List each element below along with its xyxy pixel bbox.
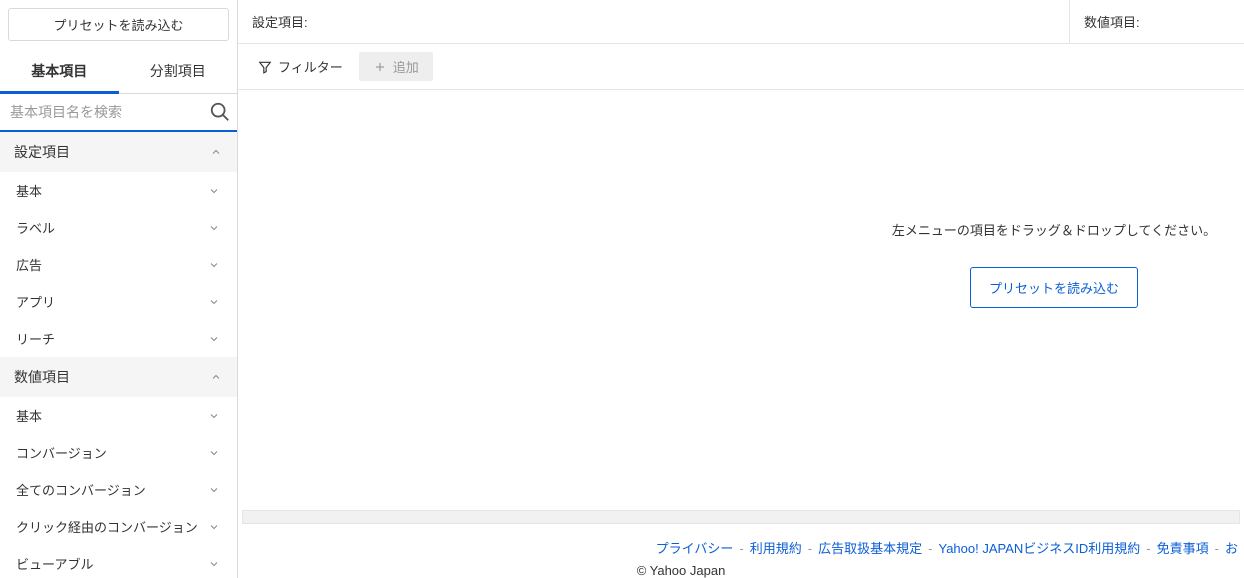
chevron-down-icon (207, 221, 221, 235)
chevron-down-icon (207, 520, 221, 534)
sidebar-item[interactable]: アプリ (0, 283, 237, 320)
separator: - (808, 541, 812, 556)
separator: - (739, 541, 743, 556)
chevron-down-icon (207, 483, 221, 497)
category-label: 数値項目 (14, 367, 70, 387)
horizontal-scrollbar[interactable] (242, 510, 1240, 524)
footer-link[interactable]: 利用規約 (750, 541, 802, 556)
sidebar: プリセットを読み込む 基本項目 分割項目 設定項目 基本ラベル広告アプリリーチ … (0, 0, 238, 578)
category-label: 設定項目 (14, 142, 70, 162)
chevron-down-icon (207, 295, 221, 309)
sidebar-item[interactable]: コンバージョン (0, 434, 237, 471)
copyright: © Yahoo Japan (238, 563, 1244, 578)
sidebar-item-label: クリック経由のコンバージョン (16, 517, 198, 536)
chevron-down-icon (207, 557, 221, 571)
header-settings-label: 設定項目: (238, 0, 1069, 43)
sidebar-item-label: アプリ (16, 292, 55, 311)
search-row (0, 94, 237, 132)
footer-link[interactable]: 免責事項 (1157, 541, 1209, 556)
content-area: 左メニューの項目をドラッグ＆ドロップしてください。 プリセットを読み込む (238, 90, 1244, 510)
preset-load-button-sidebar[interactable]: プリセットを読み込む (8, 8, 229, 41)
sidebar-item[interactable]: ビューアブル (0, 545, 237, 578)
sidebar-item[interactable]: 広告 (0, 246, 237, 283)
separator: - (928, 541, 932, 556)
sidebar-item-label: ラベル (16, 218, 55, 237)
chevron-down-icon (207, 332, 221, 346)
sidebar-item[interactable]: 全てのコンバージョン (0, 471, 237, 508)
footer-links: プライバシー-利用規約-広告取扱基本規定-Yahoo! JAPANビジネスID利… (238, 538, 1244, 557)
sidebar-item[interactable]: 基本 (0, 397, 237, 434)
sidebar-tabs: 基本項目 分割項目 (0, 49, 237, 94)
toolbar: フィルター 追加 (238, 44, 1244, 90)
search-icon[interactable] (209, 101, 231, 123)
chevron-down-icon (207, 184, 221, 198)
sidebar-item-label: 全てのコンバージョン (16, 480, 146, 499)
search-input[interactable] (6, 98, 209, 126)
sidebar-item[interactable]: 基本 (0, 172, 237, 209)
category-settings[interactable]: 設定項目 (0, 132, 237, 172)
main: 設定項目: 数値項目: フィルター 追加 左メニューの項目をドラッグ＆ドロップし… (238, 0, 1244, 578)
empty-message-text: 左メニューの項目をドラッグ＆ドロップしてください。 (884, 220, 1224, 239)
sidebar-item-label: コンバージョン (16, 443, 107, 462)
sidebar-item[interactable]: クリック経由のコンバージョン (0, 508, 237, 545)
add-button: 追加 (359, 52, 433, 81)
chevron-up-icon (209, 370, 223, 384)
footer-link[interactable]: お (1225, 541, 1238, 556)
footer-link[interactable]: Yahoo! JAPANビジネスID利用規約 (938, 541, 1140, 556)
sidebar-item-label: 基本 (16, 181, 42, 200)
filter-button[interactable]: フィルター (252, 53, 349, 80)
category-values[interactable]: 数値項目 (0, 357, 237, 397)
separator: - (1146, 541, 1150, 556)
sidebar-item-label: ビューアブル (16, 554, 93, 573)
separator: - (1215, 541, 1219, 556)
tab-basic[interactable]: 基本項目 (0, 49, 119, 93)
header-values-label: 数値項目: (1069, 0, 1244, 43)
sidebar-item[interactable]: ラベル (0, 209, 237, 246)
sidebar-item-label: 広告 (16, 255, 42, 274)
add-label: 追加 (393, 57, 419, 76)
sidebar-item-label: リーチ (16, 329, 55, 348)
sidebar-item[interactable]: リーチ (0, 320, 237, 357)
tab-split[interactable]: 分割項目 (119, 49, 238, 93)
preset-load-button-main[interactable]: プリセットを読み込む (970, 267, 1138, 308)
plus-icon (373, 60, 387, 74)
sidebar-list: 設定項目 基本ラベル広告アプリリーチ 数値項目 基本コンバージョン全てのコンバー… (0, 132, 237, 578)
chevron-down-icon (207, 409, 221, 423)
filter-icon (258, 60, 272, 74)
chevron-down-icon (207, 446, 221, 460)
header-row: 設定項目: 数値項目: (238, 0, 1244, 44)
chevron-up-icon (209, 145, 223, 159)
empty-state: 左メニューの項目をドラッグ＆ドロップしてください。 プリセットを読み込む (884, 220, 1224, 308)
sidebar-item-label: 基本 (16, 406, 42, 425)
footer: プライバシー-利用規約-広告取扱基本規定-Yahoo! JAPANビジネスID利… (238, 524, 1244, 578)
chevron-down-icon (207, 258, 221, 272)
footer-link[interactable]: プライバシー (656, 541, 734, 556)
filter-label: フィルター (278, 57, 343, 76)
footer-link[interactable]: 広告取扱基本規定 (818, 541, 922, 556)
